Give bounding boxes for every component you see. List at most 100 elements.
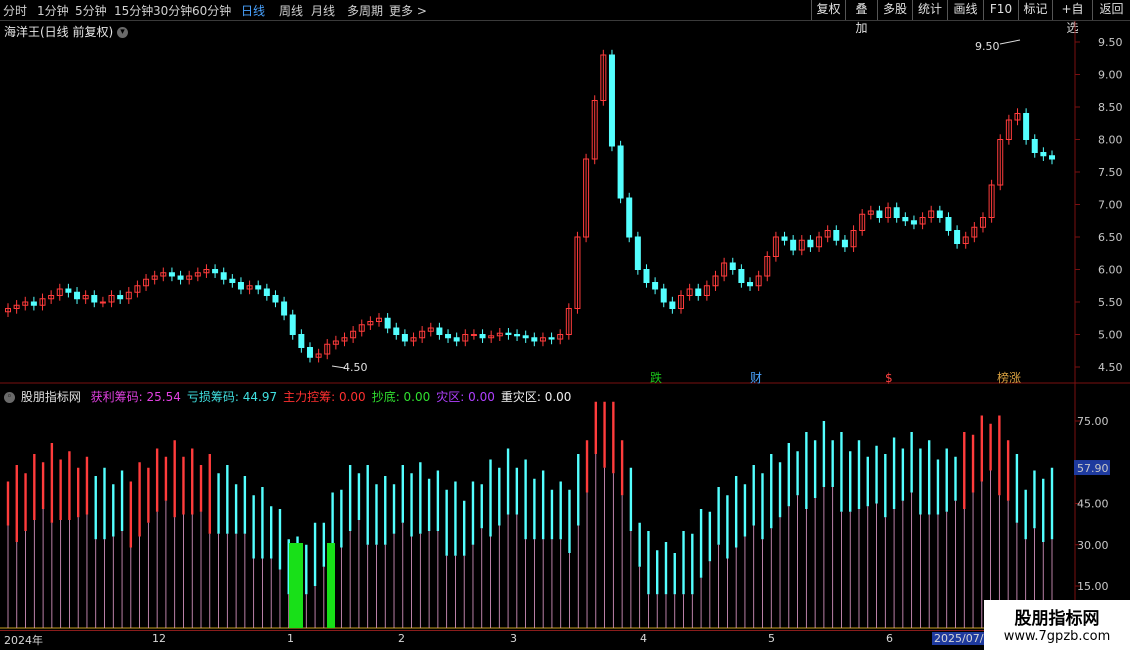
- candle-59: [514, 334, 521, 337]
- candle-119: [1031, 139, 1038, 153]
- chevron-down-icon[interactable]: ▾: [117, 27, 129, 38]
- price-axis-label-10: 4.50: [1098, 361, 1123, 374]
- period-tab-2[interactable]: 5分钟: [75, 2, 107, 19]
- candle-106: [919, 217, 926, 225]
- period-tab-9[interactable]: 多周期: [347, 2, 383, 19]
- price-axis-label-5: 7.00: [1098, 199, 1123, 212]
- candle-47: [410, 337, 417, 342]
- toolbar-button-8[interactable]: 返回: [1092, 0, 1130, 20]
- toolbar-button-4[interactable]: 画线: [947, 0, 983, 20]
- toolbar-button-2[interactable]: 多股: [877, 0, 912, 20]
- candle-121: [1049, 155, 1055, 160]
- period-tab-5[interactable]: 60分钟: [192, 2, 231, 19]
- indicator-item-4: 灾区: 0.00: [436, 390, 495, 404]
- date-label-0: 2024年: [4, 634, 43, 647]
- candle-79: [686, 288, 693, 296]
- candle-94: [816, 236, 823, 248]
- candle-75: [652, 282, 659, 290]
- low-price-label: 4.50: [343, 361, 368, 374]
- event-marker-2: $: [885, 371, 893, 385]
- low-marker-line: [331, 365, 346, 369]
- candle-11: [99, 301, 106, 304]
- candle-83: [721, 262, 728, 277]
- candle-114: [988, 184, 995, 218]
- candle-36: [315, 353, 322, 358]
- chart-title: 海洋王(日线 前复权) ▾: [4, 23, 129, 40]
- candle-92: [798, 239, 805, 251]
- current-value-box: [1074, 460, 1110, 476]
- candle-4: [39, 298, 46, 306]
- indicator-item-1: 亏损筹码: 44.97: [186, 390, 278, 404]
- candle-14: [125, 291, 132, 300]
- candle-118: [1023, 113, 1030, 140]
- candle-2: [22, 301, 29, 306]
- candle-28: [246, 285, 253, 290]
- candle-103: [893, 207, 900, 218]
- toolbar-button-7[interactable]: +自选: [1052, 0, 1092, 35]
- candle-35: [306, 347, 313, 358]
- candle-26: [229, 278, 236, 283]
- candle-16: [143, 278, 150, 287]
- candle-25: [220, 272, 227, 280]
- period-tab-4[interactable]: 30分钟: [153, 2, 192, 19]
- period-tab-3[interactable]: 15分钟: [114, 2, 153, 19]
- candle-102: [885, 207, 892, 218]
- candle-8: [74, 291, 81, 300]
- candle-86: [747, 282, 754, 287]
- indicator-settings-icon[interactable]: ◦: [4, 392, 15, 403]
- candle-90: [781, 236, 788, 241]
- candle-108: [936, 210, 943, 218]
- event-marker-3: 榜涨: [997, 370, 1021, 385]
- candle-89: [772, 236, 779, 257]
- indicator-item-3: 抄底: 0.00: [371, 390, 431, 404]
- indicator-item-0: 获利筹码: 25.54: [90, 390, 181, 404]
- period-tab-1[interactable]: 1分钟: [37, 2, 69, 19]
- candle-5: [48, 295, 55, 300]
- event-marker-0: 跌: [650, 370, 662, 385]
- candle-62: [539, 337, 546, 342]
- toolbar-button-0[interactable]: 复权: [811, 0, 845, 20]
- ind-axis-label-1: 57.90: [1077, 462, 1109, 475]
- period-tab-0[interactable]: 分时: [3, 2, 27, 19]
- period-tab-6[interactable]: 日线: [241, 2, 265, 19]
- candle-19: [168, 272, 175, 277]
- candle-105: [910, 220, 917, 225]
- candle-20: [177, 275, 184, 280]
- candle-63: [548, 337, 555, 340]
- candle-9: [82, 295, 89, 300]
- candlestick-chart[interactable]: 9.50 9.00 8.50 8.00 7.50 7.00 6.50 6.00 5.50 5.00…: [0, 0, 1130, 650]
- indicator-item-5: 重灾区: 0.00: [500, 390, 572, 404]
- candle-112: [971, 226, 978, 238]
- stock-title: 海洋王(日线 前复权): [4, 25, 114, 39]
- candle-64: [557, 334, 564, 340]
- candle-71: [617, 145, 624, 199]
- toolbar-button-1[interactable]: 叠加: [845, 0, 877, 35]
- candle-43: [376, 317, 383, 322]
- candle-85: [738, 269, 745, 283]
- candle-69: [600, 54, 607, 101]
- toolbar: 分时 1分钟 5分钟 15分钟 30分钟 60分钟 日线 周线 月线 多周期 更多 > 复权 叠加 多股…: [0, 0, 1130, 35]
- date-label-4: 3: [510, 632, 517, 645]
- candle-116: [1005, 119, 1012, 140]
- candle-46: [401, 334, 408, 342]
- candle-84: [729, 262, 736, 270]
- candle-45: [393, 327, 400, 335]
- candle-82: [712, 275, 719, 287]
- candle-80: [695, 288, 702, 296]
- ind-axis-label-4: 15.00: [1077, 580, 1109, 593]
- toolbar-button-6[interactable]: 标记: [1018, 0, 1052, 20]
- toolbar-button-3[interactable]: 统计: [912, 0, 947, 20]
- candle-29: [255, 285, 262, 290]
- candle-99: [859, 213, 866, 231]
- candle-117: [1014, 113, 1021, 121]
- price-axis-label-9: 5.00: [1098, 329, 1123, 342]
- period-tab-7[interactable]: 周线: [279, 2, 303, 19]
- period-tab-8[interactable]: 月线: [311, 2, 335, 19]
- toolbar-button-5[interactable]: F10: [983, 0, 1018, 20]
- candle-58: [505, 332, 512, 336]
- candle-53: [462, 334, 469, 342]
- candle-52: [453, 337, 460, 342]
- period-tab-10[interactable]: 更多 >: [389, 2, 427, 19]
- candle-93: [807, 239, 814, 248]
- date-label-5: 4: [640, 632, 647, 645]
